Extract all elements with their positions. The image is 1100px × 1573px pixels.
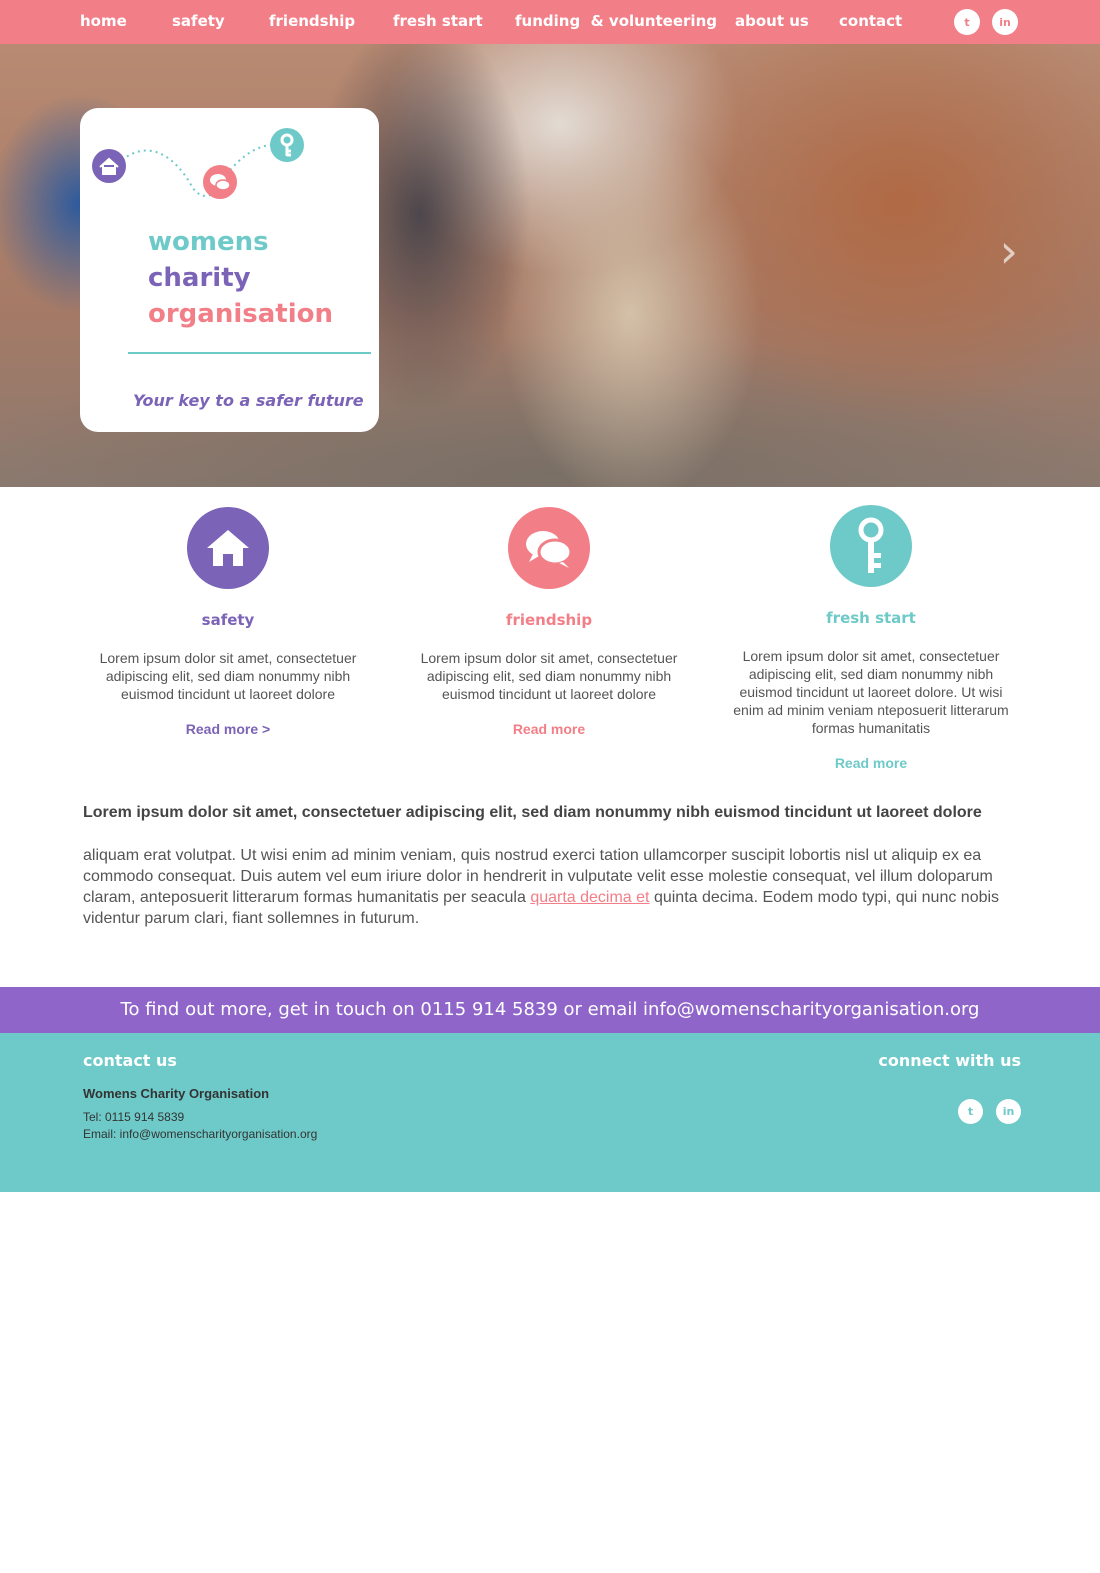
key-icon (270, 128, 304, 162)
inline-link[interactable]: quarta decima et (530, 889, 649, 906)
logo-word-organisation: organisation (148, 299, 333, 329)
footer-telephone: Tel: 0115 914 5839 (83, 1110, 185, 1124)
nav-friendship[interactable]: friendship (269, 12, 355, 30)
house-icon (92, 149, 126, 183)
feature-title: friendship (505, 611, 593, 629)
nav-fresh-start[interactable]: fresh start (393, 12, 483, 30)
logo-wordmark: womens charity organisation (148, 224, 333, 332)
footer: contact us Womens Charity Organisation T… (0, 1033, 1100, 1192)
contact-strip: To find out more, get in touch on 0115 9… (0, 987, 1100, 1033)
nav-about-us[interactable]: about us (735, 12, 809, 30)
tagline: Your key to a safer future (133, 391, 364, 410)
carousel-next-arrow-icon[interactable]: › (1000, 224, 1018, 278)
nav-funding-volunteering[interactable]: funding & volunteering (515, 12, 717, 30)
twitter-icon[interactable]: t (958, 1099, 983, 1124)
read-more-link[interactable]: Read more > (186, 721, 270, 737)
feature-safety: safety Lorem ipsum dolor sit amet, conse… (78, 507, 378, 739)
body-paragraph: aliquam erat volutpat. Ut wisi enim ad m… (83, 845, 1013, 929)
feature-fresh-start: fresh start Lorem ipsum dolor sit amet, … (721, 505, 1021, 773)
linkedin-icon[interactable]: in (996, 1099, 1021, 1124)
lead-paragraph: Lorem ipsum dolor sit amet, consectetuer… (83, 804, 982, 821)
key-icon (830, 505, 912, 587)
read-more-link[interactable]: Read more (835, 755, 907, 771)
nav-home[interactable]: home (80, 12, 127, 30)
feature-description: Lorem ipsum dolor sit amet, consectetuer… (99, 650, 357, 702)
footer-email[interactable]: Email: info@womenscharityorganisation.or… (83, 1127, 317, 1141)
logo-word-womens: womens (148, 227, 269, 257)
footer-contact-heading: contact us (83, 1051, 177, 1070)
feature-title: safety (201, 611, 255, 629)
feature-description: Lorem ipsum dolor sit amet, consectetuer… (733, 648, 1009, 736)
top-navigation: home safety friendship fresh start fundi… (0, 0, 1100, 44)
nav-safety[interactable]: safety (172, 12, 225, 30)
speech-bubbles-icon (508, 507, 590, 589)
nav-contact[interactable]: contact (839, 12, 902, 30)
footer-org-name: Womens Charity Organisation (83, 1086, 270, 1101)
logo-divider (128, 352, 371, 354)
speech-bubbles-icon (203, 165, 237, 199)
logo-path-illustration (92, 128, 304, 199)
footer-connect-heading: connect with us (878, 1051, 1021, 1070)
logo-word-charity: charity (148, 263, 251, 293)
logo-card: womens charity organisation Your key to … (80, 108, 379, 432)
feature-friendship: friendship Lorem ipsum dolor sit amet, c… (399, 507, 699, 739)
house-icon (187, 507, 269, 589)
linkedin-icon[interactable]: in (992, 9, 1018, 35)
feature-title: fresh start (826, 609, 916, 627)
twitter-icon[interactable]: t (954, 9, 980, 35)
feature-description: Lorem ipsum dolor sit amet, consectetuer… (420, 650, 678, 702)
read-more-link[interactable]: Read more (513, 721, 585, 737)
